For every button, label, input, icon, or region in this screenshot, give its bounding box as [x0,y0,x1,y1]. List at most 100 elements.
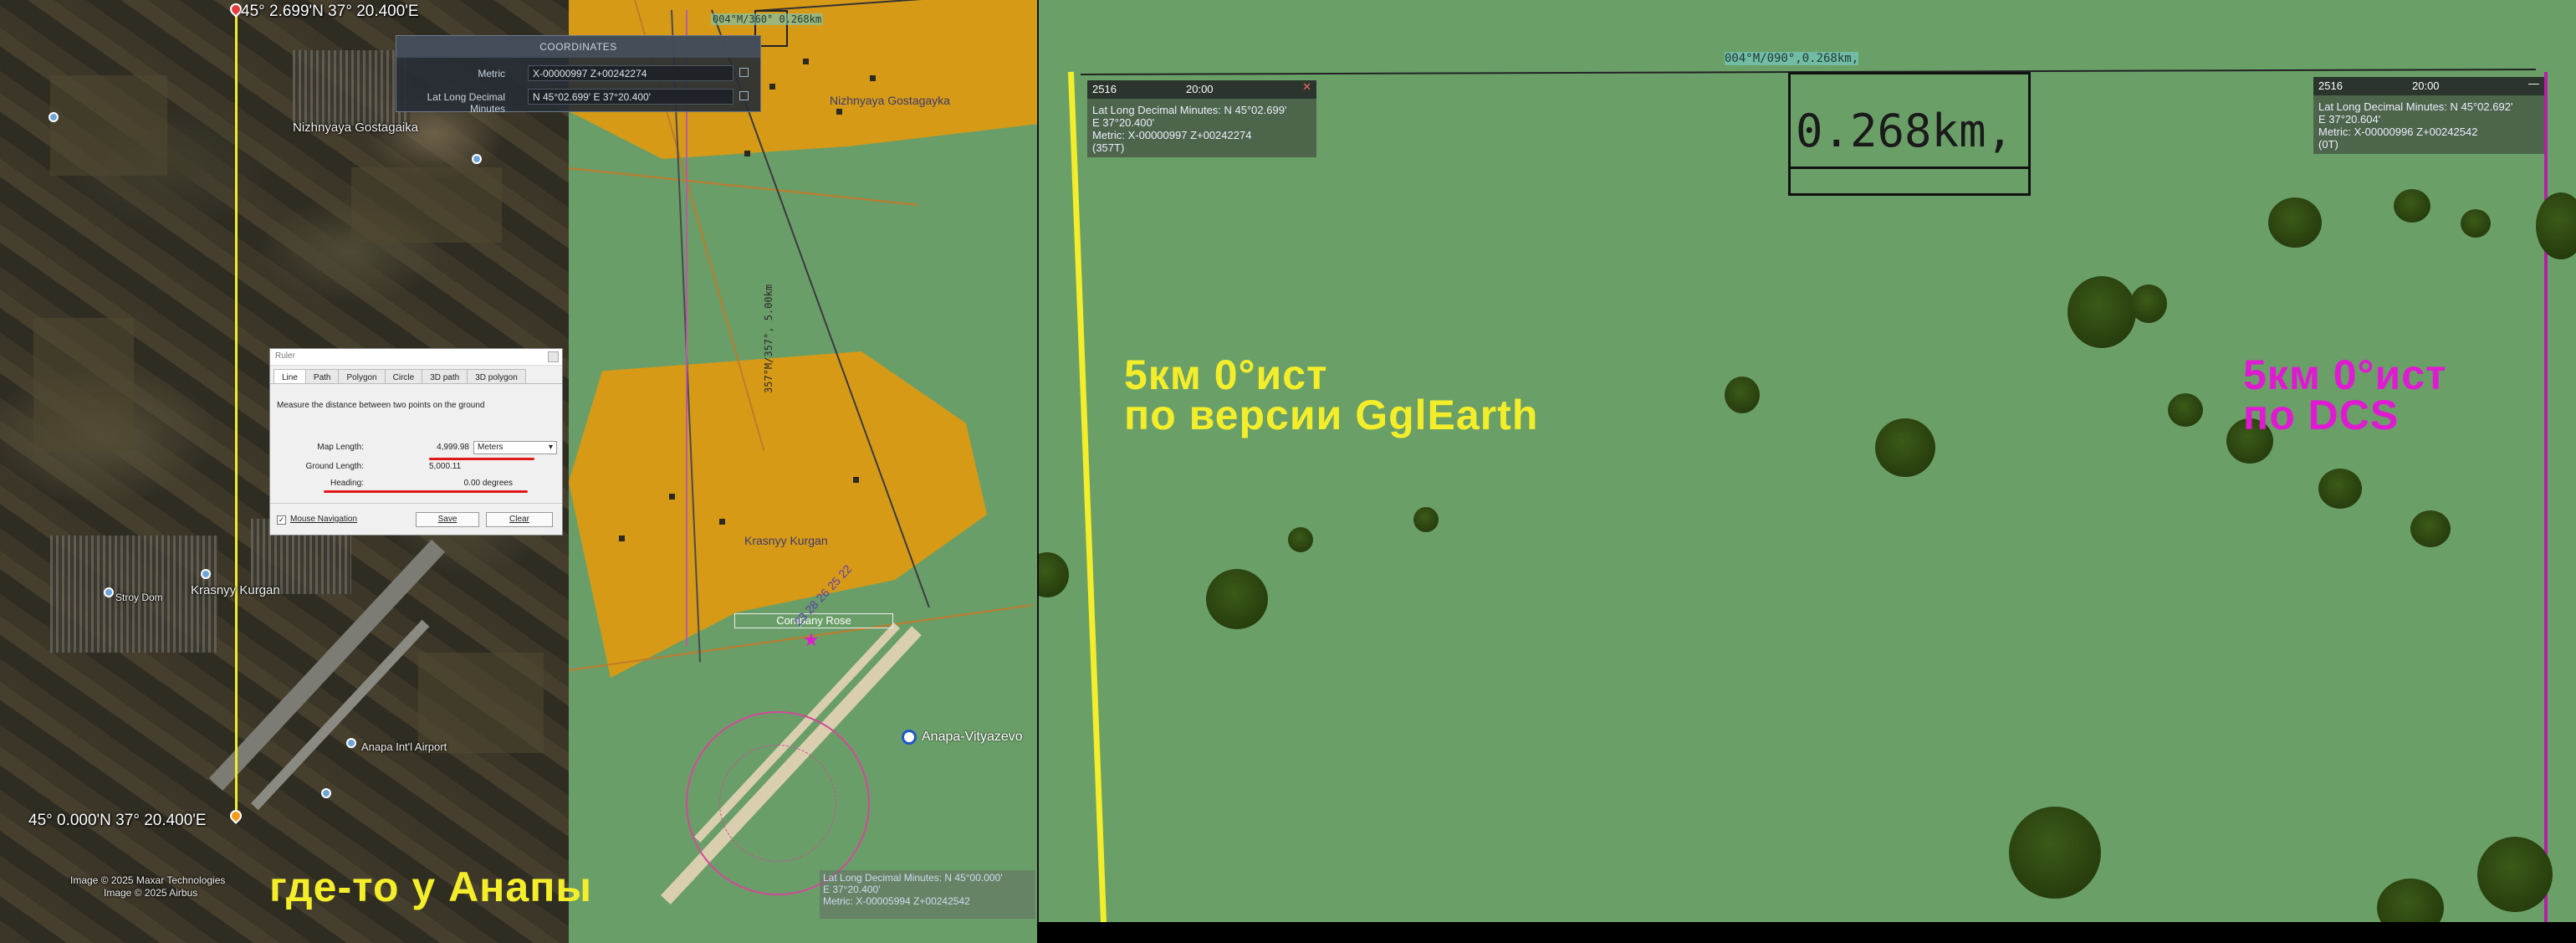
tab-3d-polygon[interactable]: 3D polygon [467,369,526,383]
dcs-3d-view[interactable]: 004°M/090°,0.268km, 0.268km, 2516 20:00 ✕ [1037,0,2576,922]
copy-icon[interactable] [739,68,749,77]
heading-value: 0.00 degrees [463,479,513,488]
caption-line: 5км 0°ист [2243,351,2447,398]
googleearth-caption: 5км 0°ист по версии GglEarth [1124,351,1538,436]
ground-length-value: 5,000.11 [429,462,462,471]
left-marker-panel[interactable]: 2516 20:00 ✕ Lat Long Decimal Minutes: N 4… [1087,80,1316,157]
close-icon[interactable]: ✕ [1302,80,1311,93]
zoom-box-divider [1791,167,2028,169]
marker-line: (0T) [2318,138,2338,151]
bottom-coordinate-label: 45° 0.000'N 37° 20.400'E [28,812,207,829]
marker-line: E 37°20.604' [2318,113,2381,126]
tree [2009,807,2101,899]
tree [2394,189,2430,223]
place-label-nizhnyaya[interactable]: Nizhnyaya Gostagaika [293,120,418,135]
marker-time: 20:00 [2412,79,2440,92]
ruler-measure-line [235,10,238,817]
coordinates-row-label: Lat Long Decimal Minutes [427,91,505,115]
map-label-nizhnyaya[interactable]: Nizhnyaya Gostagayka [830,94,950,107]
tree [2318,469,2362,509]
tab-path[interactable]: Path [304,369,340,383]
place-marker-icon[interactable] [201,569,211,579]
marker-line: E 37°20.400' [1092,116,1155,129]
village-area [293,50,410,126]
marker-line: Metric: X-00000997 Z+00242274 [1092,129,1252,141]
marker-header: 2516 20:00 — [2313,77,2544,95]
farm-field [418,653,544,753]
coordinates-row-value[interactable]: X-00000997 Z+00242274 [528,65,733,81]
map-label-airfield[interactable]: Anapa-Vityazevo [922,730,1023,745]
coordinates-row-value[interactable]: N 45°02.699' E 37°20.400' [528,89,733,105]
building [870,75,876,81]
coordinates-panel[interactable]: COORDINATES Metric X-00000997 Z+00242274… [396,35,761,115]
waypoint-star-icon[interactable]: ★ [803,629,820,651]
tab-polygon[interactable]: Polygon [338,369,386,383]
mouse-navigation-checkbox[interactable]: ✓ [277,515,286,525]
ruler-tabs: Line Path Polygon Circle 3D path 3D poly… [270,366,562,384]
close-icon[interactable] [548,351,559,362]
unit-select[interactable]: Meters ▾ [473,441,557,454]
end-pin-icon[interactable] [227,807,244,824]
place-label-krasny[interactable]: Krasnyy Kurgan [191,583,280,597]
top-measure-label: 004°M/360° 0.268km [711,13,824,25]
farm-field [33,318,134,452]
ruler-dialog[interactable]: Ruler Line Path Polygon Circle 3D path 3… [269,348,563,536]
place-label-stroy-dom[interactable]: Stroy Dom [115,592,163,603]
farm-field [351,167,502,243]
place-label-airport[interactable]: Anapa Int'l Airport [361,741,447,753]
heading-label: Heading: [330,479,364,488]
caption-line: 5км 0°ист [1124,351,1328,398]
map-length-label: Map Length: [317,443,364,452]
tree [1725,377,1760,413]
place-marker-icon[interactable] [472,154,482,164]
tree [1875,418,1935,477]
map-length-value: 4,999.98 [437,443,469,452]
building [769,84,775,90]
place-marker-icon[interactable] [104,587,114,597]
save-button[interactable]: Save [416,512,479,527]
road [569,167,918,206]
mouse-navigation-label: Mouse Navigation [290,515,358,524]
minimize-icon[interactable]: — [2528,77,2539,90]
marker-line: Metric: X-00000996 Z+00242542 [2318,126,2478,138]
building [853,477,859,483]
tree [1039,552,1069,597]
marker-time: 20:00 [1186,83,1214,95]
copy-icon[interactable] [739,91,749,100]
marker-line: Lat Long Decimal Minutes: N 45°02.692' [2318,100,2513,113]
tab-circle[interactable]: Circle [384,369,423,383]
top-measure-text: 004°M/090°,0.268km, [1725,52,1859,65]
tree [2067,276,2136,348]
top-coordinate-label: 45° 2.699'N 37° 20.400'E [241,3,419,20]
tab-3d-path[interactable]: 3D path [422,369,468,383]
location-caption: где-то у Анапы [269,864,593,910]
airfield-icon[interactable] [902,730,917,745]
unit-label-company-rose[interactable]: Company Rose [734,613,893,628]
ruler-description: Measure the distance between two points … [277,401,485,410]
ground-length-label: Ground Length: [305,462,365,471]
f10-map-view[interactable]: 004°M/360° 0.268km 357°M/357°, 5.00km Ni… [569,0,1037,943]
tree [2536,192,2576,259]
place-marker-icon[interactable] [49,112,59,122]
tree [2410,510,2451,547]
right-marker-panel[interactable]: 2516 20:00 — Lat Long Decimal Minutes: N 4… [2313,77,2544,154]
clear-button[interactable]: Clear [486,512,553,527]
dcs-caption: 5км 0°ист по DCS [2243,351,2447,436]
coordinates-row-latlong: Lat Long Decimal Minutes N 45°02.699' E … [396,88,760,115]
tab-line[interactable]: Line [273,369,306,383]
google-earth-view[interactable]: 45° 2.699'N 37° 20.400'E 45° 0.000'N 37°… [0,0,569,943]
map-label-krasny[interactable]: Krasnyy Kurgan [744,534,828,547]
tree [2168,393,2203,427]
screenshot-root: 45° 2.699'N 37° 20.400'E 45° 0.000'N 37°… [0,0,2576,943]
tree [2461,209,2491,238]
tree [2130,284,2167,323]
marker-line: Lat Long Decimal Minutes: N 45°02.699' [1092,104,1287,116]
airport-marker-icon[interactable] [346,738,356,748]
building [836,109,842,115]
ruler-title-bar[interactable]: Ruler [270,349,562,366]
red-underline [324,490,528,493]
coordinates-row-metric: Metric X-00000997 Z+00242274 [396,64,760,83]
building [619,536,625,541]
place-marker-icon[interactable] [321,788,331,798]
building [669,494,675,500]
